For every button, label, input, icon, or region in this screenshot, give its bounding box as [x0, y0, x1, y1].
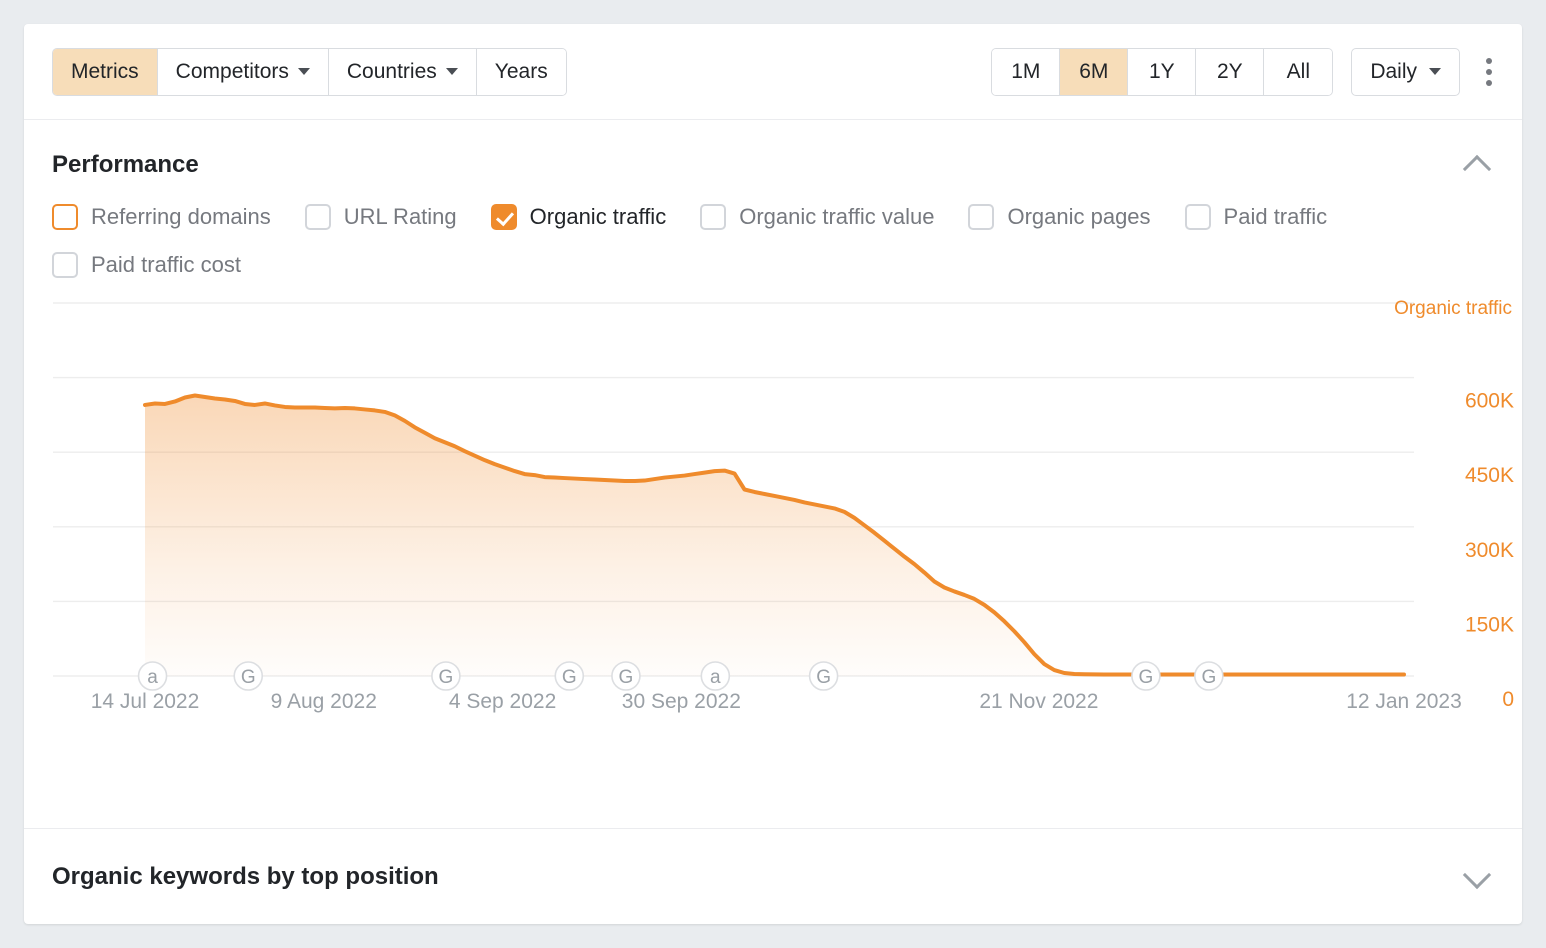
range-6m-label: 6M [1079, 60, 1108, 84]
view-tabs: Metrics Competitors Countries Years [52, 48, 567, 96]
metric-paid-traffic[interactable]: Paid traffic [1185, 204, 1328, 230]
time-range-selector: 1M 6M 1Y 2Y All [991, 48, 1333, 96]
metric-label: Referring domains [91, 204, 271, 230]
svg-text:12 Jan 2023: 12 Jan 2023 [1346, 690, 1462, 713]
chart-svg: 600K 450K 300K 150K 0 a G G G Ga G G G 14 Jul 2022 9 A… [24, 278, 1522, 748]
svg-text:G: G [1139, 667, 1154, 688]
svg-text:450K: 450K [1465, 464, 1514, 487]
svg-text:0: 0 [1502, 688, 1514, 711]
svg-text:G: G [816, 667, 831, 688]
tab-years-label: Years [495, 60, 548, 84]
page-title: Performance [52, 151, 199, 179]
range-1m-label: 1M [1011, 60, 1040, 84]
toolbar-right-controls: 1M 6M 1Y 2Y All Daily [991, 48, 1500, 96]
checkbox-checked-icon[interactable] [491, 204, 517, 230]
performance-card: Metrics Competitors Countries Years 1M 6… [24, 24, 1522, 924]
tab-competitors-label: Competitors [176, 60, 289, 84]
checkbox-icon[interactable] [52, 204, 78, 230]
svg-text:30 Sep 2022: 30 Sep 2022 [622, 690, 741, 713]
organic-keywords-title: Organic keywords by top position [52, 863, 439, 891]
range-all[interactable]: All [1264, 49, 1332, 95]
metric-organic-pages[interactable]: Organic pages [968, 204, 1150, 230]
metric-label: Paid traffic cost [91, 252, 241, 278]
svg-text:600K: 600K [1465, 390, 1514, 413]
organic-traffic-chart: Organic traffic 600K 450K 300K 150K 0 a G G G Ga G… [24, 278, 1522, 748]
metric-organic-traffic-value[interactable]: Organic traffic value [700, 204, 934, 230]
metric-organic-traffic[interactable]: Organic traffic [491, 204, 667, 230]
checkbox-icon[interactable] [305, 204, 331, 230]
metric-label: Organic pages [1007, 204, 1150, 230]
chevron-down-icon [446, 68, 458, 75]
range-1y[interactable]: 1Y [1128, 49, 1196, 95]
svg-text:14 Jul 2022: 14 Jul 2022 [91, 690, 200, 713]
checkbox-icon[interactable] [968, 204, 994, 230]
tab-years[interactable]: Years [477, 49, 566, 95]
range-2y[interactable]: 2Y [1196, 49, 1264, 95]
metric-label: Organic traffic value [739, 204, 934, 230]
svg-text:G: G [241, 667, 256, 688]
chevron-down-icon [1429, 68, 1441, 75]
metric-label: Organic traffic [530, 204, 667, 230]
range-2y-label: 2Y [1217, 60, 1243, 84]
range-1m[interactable]: 1M [992, 49, 1060, 95]
tab-countries-label: Countries [347, 60, 437, 84]
tab-metrics-label: Metrics [71, 60, 139, 84]
range-all-label: All [1287, 60, 1310, 84]
svg-text:9 Aug 2022: 9 Aug 2022 [271, 690, 377, 713]
range-6m[interactable]: 6M [1060, 49, 1128, 95]
svg-text:4 Sep 2022: 4 Sep 2022 [449, 690, 556, 713]
svg-text:a: a [710, 667, 721, 688]
metric-label: URL Rating [344, 204, 457, 230]
checkbox-icon[interactable] [1185, 204, 1211, 230]
chevron-up-icon[interactable] [1460, 148, 1494, 182]
svg-text:G: G [1201, 667, 1216, 688]
svg-text:G: G [619, 667, 634, 688]
metric-url-rating[interactable]: URL Rating [305, 204, 457, 230]
chevron-down-icon[interactable] [1460, 860, 1494, 894]
organic-keywords-header[interactable]: Organic keywords by top position [24, 828, 1522, 924]
tab-metrics[interactable]: Metrics [53, 49, 158, 95]
range-1y-label: 1Y [1149, 60, 1175, 84]
svg-text:21 Nov 2022: 21 Nov 2022 [979, 690, 1098, 713]
metric-paid-traffic-cost[interactable]: Paid traffic cost [52, 252, 1494, 278]
granularity-value: Daily [1370, 60, 1417, 84]
metric-referring-domains[interactable]: Referring domains [52, 204, 271, 230]
y-axis-title: Organic traffic [1394, 298, 1512, 320]
checkbox-icon[interactable] [52, 252, 78, 278]
chevron-down-icon [298, 68, 310, 75]
metric-label: Paid traffic [1224, 204, 1328, 230]
svg-text:G: G [562, 667, 577, 688]
svg-text:G: G [439, 667, 454, 688]
tab-countries[interactable]: Countries [329, 49, 477, 95]
svg-text:150K: 150K [1465, 613, 1514, 636]
granularity-dropdown[interactable]: Daily [1351, 48, 1460, 96]
svg-text:300K: 300K [1465, 539, 1514, 562]
svg-text:a: a [147, 667, 158, 688]
metric-checkbox-group: Referring domains URL Rating Organic tra… [24, 182, 1522, 278]
performance-header[interactable]: Performance [24, 120, 1522, 182]
toolbar: Metrics Competitors Countries Years 1M 6… [24, 24, 1522, 120]
tab-competitors[interactable]: Competitors [158, 49, 329, 95]
more-options-icon[interactable] [1478, 52, 1500, 92]
checkbox-icon[interactable] [700, 204, 726, 230]
